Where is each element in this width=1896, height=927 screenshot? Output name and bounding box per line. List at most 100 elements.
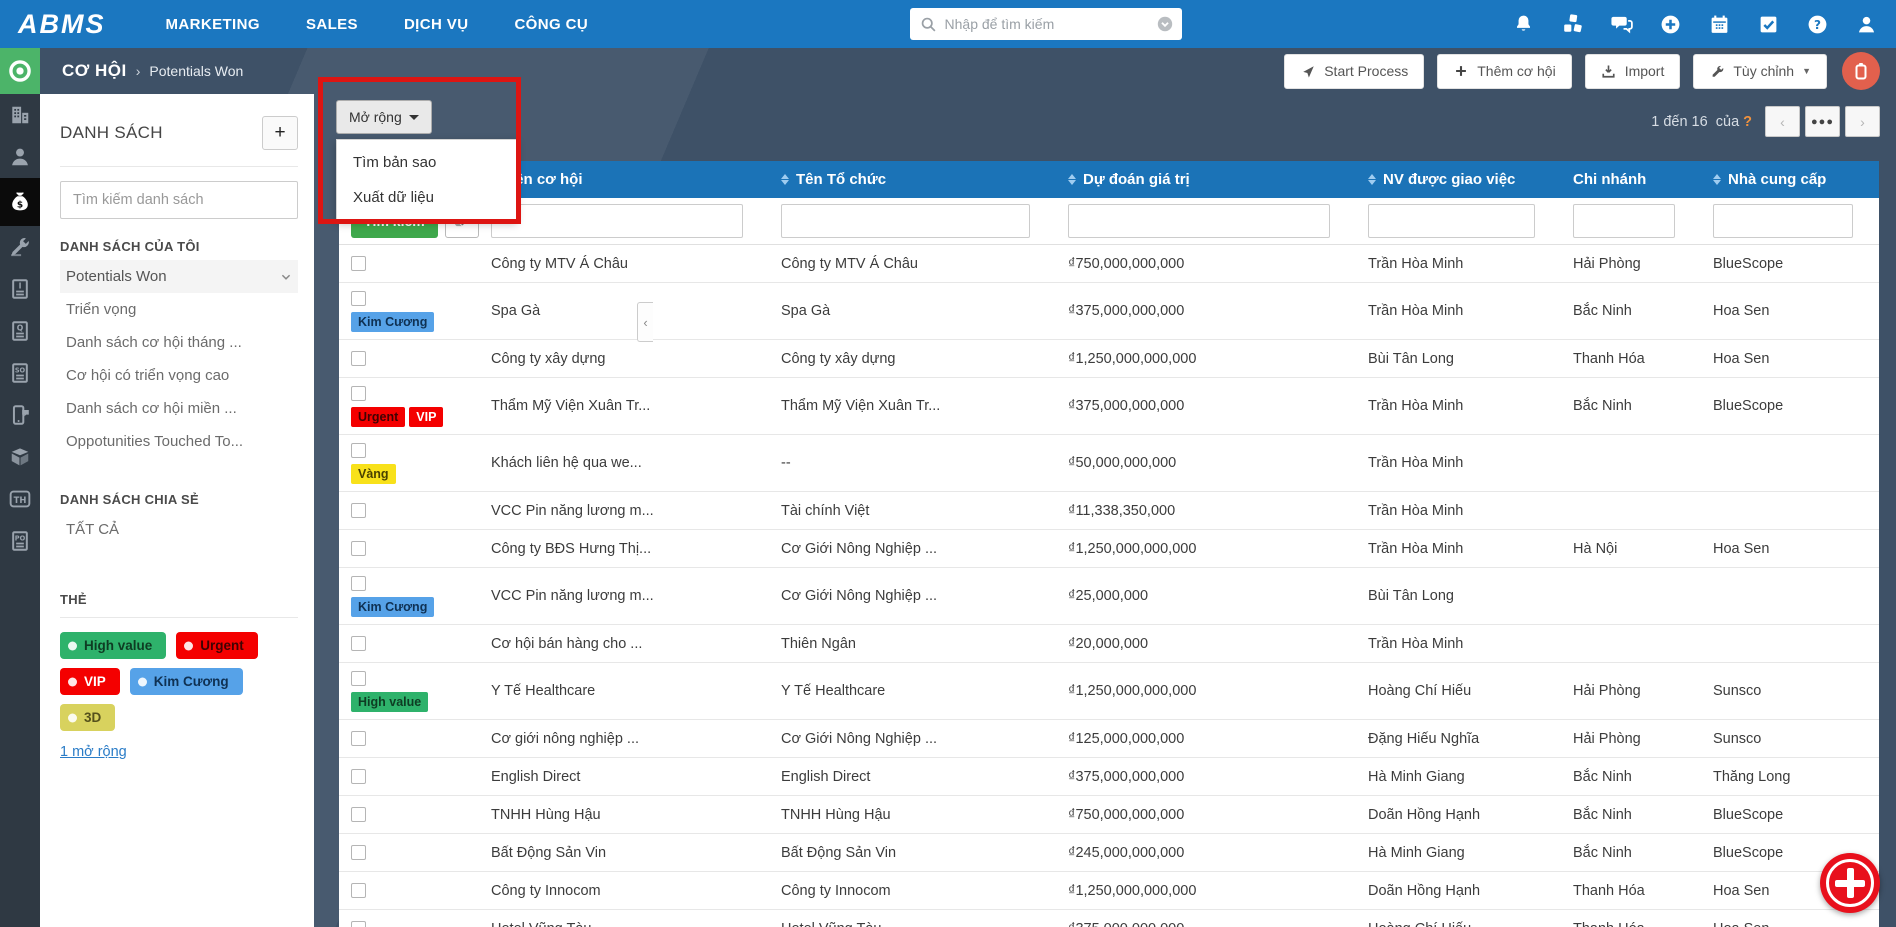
row-checkbox[interactable] [351, 503, 366, 518]
filter-input[interactable] [781, 204, 1030, 238]
more-tags-link[interactable]: 1 mở rộng [60, 744, 127, 760]
list-item[interactable]: Triển vọng [60, 293, 298, 326]
chat-icon[interactable] [1611, 13, 1633, 35]
tag-chip[interactable]: 3D [60, 704, 115, 731]
th-module-icon[interactable]: TH [0, 478, 40, 520]
target-icon[interactable] [0, 48, 40, 94]
column-header[interactable]: Chi nhánh [1561, 171, 1701, 188]
filter-input[interactable] [1713, 204, 1853, 238]
menu-item-2[interactable]: DỊCH VỤ [404, 16, 468, 33]
tag-chip[interactable]: Urgent [176, 632, 258, 659]
user-icon[interactable] [1856, 13, 1878, 35]
add-record-fab[interactable] [1820, 853, 1880, 913]
column-header[interactable]: Nhà cung cấp [1701, 171, 1879, 188]
start-process-button[interactable]: Start Process [1284, 54, 1424, 89]
import-button[interactable]: Import [1585, 54, 1681, 89]
add-opportunity-button[interactable]: Thêm cơ hội [1437, 54, 1571, 89]
purchase-order-doc-icon[interactable]: PO [0, 520, 40, 562]
customize-button[interactable]: Tùy chỉnh ▼ [1693, 54, 1827, 89]
tag-chip[interactable]: High value [60, 632, 166, 659]
list-item[interactable]: Potentials Won [60, 260, 298, 293]
expand-menu-item[interactable]: Tìm bản sao [337, 145, 516, 180]
row-checkbox[interactable] [351, 731, 366, 746]
tag-chip[interactable]: VIP [60, 668, 120, 695]
main-menu: MARKETING SALES DỊCH VỤ CÔNG CỤ [166, 16, 589, 33]
row-checkbox[interactable] [351, 256, 366, 271]
quote-doc-icon[interactable]: Q [0, 310, 40, 352]
filter-input[interactable] [1573, 204, 1675, 238]
add-circle-icon[interactable] [1660, 13, 1682, 35]
row-checkbox[interactable] [351, 443, 366, 458]
opportunity-moneybag-icon[interactable]: $ [0, 178, 40, 226]
column-header[interactable]: Dự đoán giá trị [1056, 171, 1356, 188]
breadcrumb-module[interactable]: CƠ HỘI [62, 61, 127, 81]
list-item[interactable]: Oppotunities Touched To... [60, 425, 298, 458]
collapse-panel-tab[interactable]: ‹ [637, 302, 653, 342]
battery-status-icon[interactable] [1842, 52, 1880, 90]
menu-item-1[interactable]: SALES [306, 16, 358, 33]
table-row[interactable]: Công ty Innocom Công ty Innocom ₫1,250,0… [339, 872, 1879, 910]
filter-input[interactable] [1368, 204, 1535, 238]
global-search-input[interactable] [945, 16, 1156, 32]
row-checkbox[interactable] [351, 351, 366, 366]
table-row[interactable]: Kim Cương VCC Pin năng lương m... Cơ Giớ… [339, 568, 1879, 625]
row-checkbox[interactable] [351, 807, 366, 822]
expand-menu-button[interactable]: Mở rộng [336, 100, 432, 134]
apps-icon[interactable] [1562, 13, 1584, 35]
menu-item-3[interactable]: CÔNG CỤ [514, 16, 588, 33]
menu-item-0[interactable]: MARKETING [166, 16, 260, 33]
column-header[interactable]: NV được giao việc [1356, 171, 1561, 188]
table-row[interactable]: Công ty MTV Á Châu Công ty MTV Á Châu ₫7… [339, 245, 1879, 283]
expand-menu-item[interactable]: Xuất dữ liệu [337, 180, 516, 215]
task-check-icon[interactable] [1758, 13, 1780, 35]
product-package-icon[interactable] [0, 436, 40, 478]
add-list-button[interactable]: + [262, 116, 298, 150]
list-item[interactable]: Danh sách cơ hội tháng ... [60, 326, 298, 359]
table-row[interactable]: High value Y Tế Healthcare Y Tế Healthca… [339, 663, 1879, 720]
sms-phone-icon[interactable] [0, 394, 40, 436]
search-scope-chevron-icon[interactable] [1156, 15, 1174, 33]
row-checkbox[interactable] [351, 541, 366, 556]
list-search-input[interactable] [60, 181, 298, 219]
list-item[interactable]: Cơ hội có triển vọng cao [60, 359, 298, 392]
row-checkbox[interactable] [351, 291, 366, 306]
table-row[interactable]: TNHH Hùng Hậu TNHH Hùng Hậu ₫750,000,000… [339, 796, 1879, 834]
page-options-button[interactable]: ●●● [1805, 106, 1840, 137]
filter-input[interactable] [491, 204, 743, 238]
table-row[interactable]: Công ty xây dựng Công ty xây dựng ₫1,250… [339, 340, 1879, 378]
column-header[interactable]: Tên Tổ chức [769, 171, 1056, 188]
table-row[interactable]: Hotel Vũng Tàu Hotel Vũng Tàu ₫375,000,0… [339, 910, 1879, 927]
calendar-icon[interactable] [1709, 13, 1731, 35]
row-checkbox[interactable] [351, 636, 366, 651]
table-row[interactable]: UrgentVIP Thẩm Mỹ Viện Xuân Tr... Thẩm M… [339, 378, 1879, 435]
row-checkbox[interactable] [351, 386, 366, 401]
table-row[interactable]: Cơ hội bán hàng cho ... Thiên Ngân ₫20,0… [339, 625, 1879, 663]
row-checkbox[interactable] [351, 845, 366, 860]
table-row[interactable]: Công ty BĐS Hưng Thị... Cơ Giới Nông Ngh… [339, 530, 1879, 568]
list-item[interactable]: Danh sách cơ hội miền ... [60, 392, 298, 425]
help-icon[interactable]: ? [1807, 13, 1829, 35]
table-row[interactable]: Cơ giới nông nghiệp ... Cơ Giới Nông Ngh… [339, 720, 1879, 758]
table-row[interactable]: Kim Cương Spa Gà Spa Gà ₫375,000,000,000… [339, 283, 1879, 340]
row-checkbox[interactable] [351, 769, 366, 784]
column-header[interactable]: Tên cơ hội [479, 171, 769, 188]
table-row[interactable]: English Direct English Direct ₫375,000,0… [339, 758, 1879, 796]
table-row[interactable]: Vàng Khách liên hệ qua we... -- ₫50,000,… [339, 435, 1879, 492]
row-checkbox[interactable] [351, 671, 366, 686]
list-item[interactable]: TẤT CẢ [60, 513, 298, 546]
bell-icon[interactable] [1513, 13, 1535, 35]
table-row[interactable]: VCC Pin năng lương m... Tài chính Việt ₫… [339, 492, 1879, 530]
filter-input[interactable] [1068, 204, 1330, 238]
row-checkbox[interactable] [351, 883, 366, 898]
tag-chip[interactable]: Kim Cương [130, 668, 243, 695]
sales-order-doc-icon[interactable]: SO [0, 352, 40, 394]
invoice-doc-icon[interactable]: I [0, 268, 40, 310]
contacts-icon[interactable] [0, 136, 40, 178]
service-wrench-icon[interactable] [0, 226, 40, 268]
table-row[interactable]: Bất Động Sản Vin Bất Động Sản Vin ₫245,0… [339, 834, 1879, 872]
building-icon[interactable] [0, 94, 40, 136]
next-page-button[interactable]: › [1845, 106, 1880, 137]
row-checkbox[interactable] [351, 921, 366, 927]
row-checkbox[interactable] [351, 576, 366, 591]
prev-page-button[interactable]: ‹ [1765, 106, 1800, 137]
